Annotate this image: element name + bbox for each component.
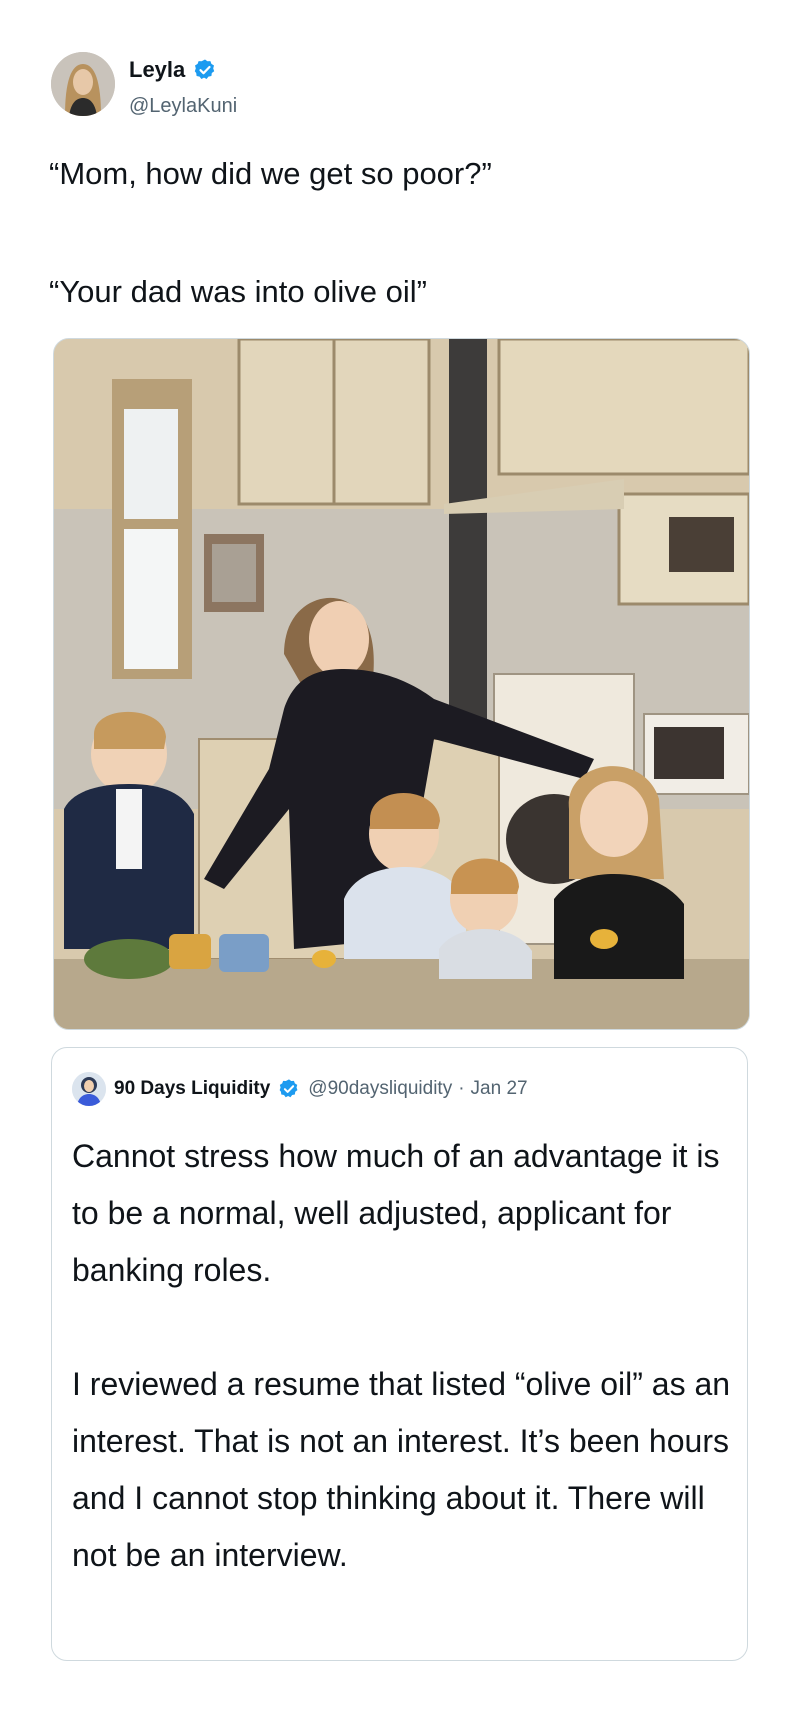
quoted-author-avatar[interactable] [72, 1072, 106, 1106]
quoted-separator: · [458, 1078, 465, 1099]
quoted-tweet-body: Cannot stress how much of an advantage i… [72, 1128, 732, 1584]
quoted-author-name[interactable]: 90 Days Liquidity [114, 1078, 270, 1100]
quoted-paragraph-2: I reviewed a resume that listed “olive o… [72, 1366, 731, 1573]
quoted-paragraph-1: Cannot stress how much of an advantage i… [72, 1138, 720, 1288]
tweet-media-image[interactable] [53, 338, 750, 1030]
author-handle[interactable]: @LeylaKuni [129, 95, 237, 118]
quoted-tweet-header: 90 Days Liquidity @90daysliquidity · Jan… [72, 1072, 528, 1106]
tweet-text-line-1: “Mom, how did we get so poor?” [49, 156, 492, 191]
quoted-date[interactable]: Jan 27 [471, 1078, 528, 1100]
kitchen-scene-illustration [54, 339, 749, 1029]
quoted-tweet-card[interactable]: 90 Days Liquidity @90daysliquidity · Jan… [51, 1047, 748, 1661]
verified-badge-icon [278, 1078, 300, 1100]
verified-badge-icon [193, 58, 217, 82]
author-avatar[interactable] [51, 52, 115, 116]
author-name[interactable]: Leyla [129, 57, 185, 83]
quoted-avatar-icon [72, 1072, 106, 1106]
tweet-text-line-2: “Your dad was into olive oil” [49, 274, 427, 309]
avatar-photo [51, 52, 115, 116]
author-name-row: Leyla [129, 57, 217, 83]
quoted-author-handle[interactable]: @90daysliquidity [308, 1078, 452, 1100]
